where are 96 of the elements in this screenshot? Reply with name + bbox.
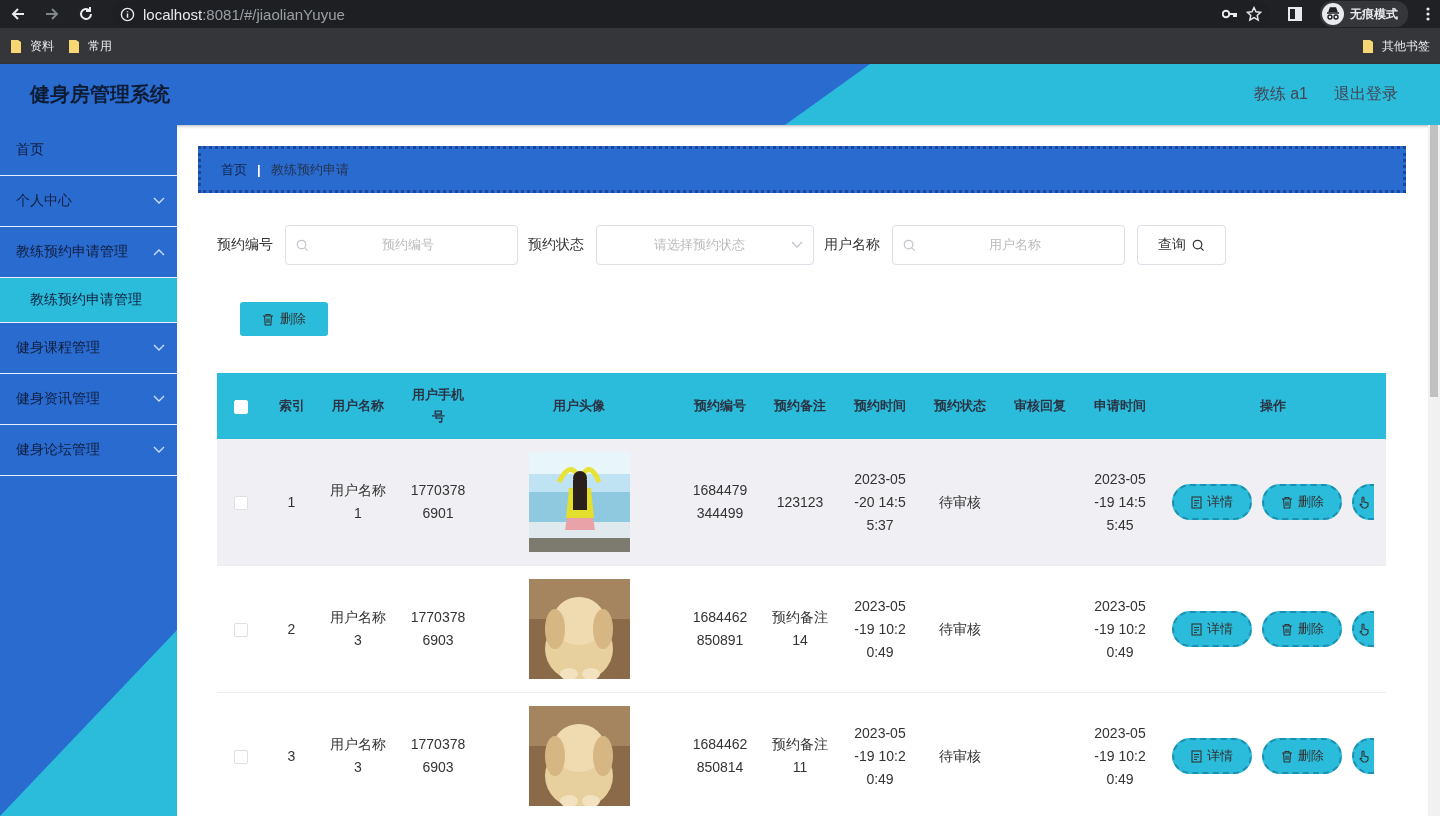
table-cell: 17703786903 (410, 736, 466, 775)
table-cell: 3 (287, 747, 296, 764)
forward-icon[interactable] (44, 6, 60, 22)
column-header: 预约备注 (774, 398, 826, 413)
table-cell: 1 (287, 493, 296, 510)
table-cell: 2023-05-19 10:20:49 (854, 597, 906, 660)
submenu-item[interactable]: 教练预约申请管理 (0, 278, 177, 323)
chevron-down-icon (153, 446, 165, 454)
table-cell: 2023-05-19 10:20:49 (854, 724, 906, 787)
scrollbar[interactable] (1428, 125, 1440, 816)
table-cell: 2023-05-19 14:55:45 (1094, 470, 1146, 533)
column-header: 用户头像 (553, 398, 605, 413)
bookmark-link[interactable]: 常用 (88, 37, 112, 55)
incognito-button[interactable]: 无痕模式 (1320, 1, 1408, 27)
user-label: 教练 a1 (1253, 84, 1308, 104)
column-header: 用户名称 (332, 398, 384, 413)
reply-button[interactable] (1352, 738, 1374, 774)
row-checkbox[interactable] (234, 622, 248, 637)
column-header: 预约编号 (694, 398, 746, 413)
table-cell: 2 (287, 620, 296, 637)
table-cell: 1684479344499 (692, 482, 748, 521)
table-cell: 预约备注14 (772, 609, 828, 648)
document-icon (1191, 749, 1202, 763)
key-icon[interactable] (1222, 9, 1238, 19)
chevron-down-icon (153, 197, 165, 205)
chevron-down-icon (791, 241, 803, 249)
info-icon (120, 6, 135, 22)
chevron-down-icon (153, 344, 165, 352)
query-button[interactable]: 查询 (1137, 225, 1226, 265)
table-cell: 17703786901 (410, 482, 466, 521)
hand-icon (1358, 495, 1370, 509)
trash-icon (1280, 495, 1293, 509)
delete-button[interactable]: 删除 (1262, 611, 1342, 647)
table-cell: 17703786903 (410, 609, 466, 648)
hand-icon (1358, 749, 1370, 763)
table-cell: 1684462850891 (692, 609, 748, 648)
table-cell: 预约备注11 (772, 736, 828, 775)
reply-button[interactable] (1352, 484, 1374, 520)
search-icon (903, 238, 916, 252)
select-all-checkbox[interactable] (234, 399, 248, 414)
delete-button[interactable]: 删除 (1262, 738, 1342, 774)
side-panel-icon[interactable] (1288, 7, 1302, 21)
table-cell: 123123 (776, 493, 824, 510)
document-icon (1191, 495, 1202, 509)
chevron-down-icon (153, 248, 165, 256)
table-cell: 2023-05-19 10:20:49 (1094, 597, 1146, 660)
column-header: 预约状态 (934, 398, 986, 413)
folder-icon (10, 38, 22, 54)
folder-icon (68, 38, 80, 54)
table-cell: 用户名称1 (330, 482, 386, 521)
table-cell: 待审核 (939, 620, 981, 637)
column-header: 操作 (1260, 398, 1286, 413)
breadcrumb-current: 教练预约申请 (270, 160, 349, 179)
filter-label: 预约状态 (528, 236, 584, 254)
filter-label: 预约编号 (217, 236, 273, 254)
column-header: 预约时间 (854, 398, 906, 413)
column-header: 审核回复 (1014, 398, 1066, 413)
trash-icon (262, 312, 274, 326)
filter-label: 用户名称 (824, 236, 880, 254)
menu-icon[interactable] (1426, 7, 1430, 21)
folder-icon (1362, 38, 1374, 54)
detail-button[interactable]: 详情 (1172, 484, 1252, 520)
trash-icon (1280, 622, 1293, 636)
bookmark-link[interactable]: 其他书签 (1382, 37, 1430, 55)
breadcrumb-link[interactable]: 首页 (221, 160, 247, 179)
table-cell: 用户名称3 (330, 609, 386, 648)
incognito-icon (1322, 3, 1344, 25)
table-cell: 1684462850814 (692, 736, 748, 775)
table-cell: 待审核 (939, 747, 981, 764)
table-cell: 2023-05-20 14:55:37 (854, 470, 906, 533)
reload-icon[interactable] (78, 6, 94, 22)
document-icon (1191, 622, 1202, 636)
chevron-down-icon (153, 395, 165, 403)
column-header: 索引 (278, 398, 305, 413)
bookmark-link[interactable]: 资料 (30, 37, 54, 55)
table-cell: 待审核 (939, 493, 981, 510)
app-title: 健身房管理系统 (30, 82, 170, 107)
back-icon[interactable] (10, 6, 26, 22)
delete-button[interactable]: 删除 (240, 302, 328, 336)
star-icon[interactable] (1246, 6, 1262, 22)
logout-link[interactable]: 退出登录 (1334, 84, 1398, 105)
breadcrumb-separator: | (257, 162, 261, 177)
delete-button[interactable]: 删除 (1262, 484, 1342, 520)
column-header: 申请时间 (1094, 398, 1146, 413)
trash-icon (1280, 749, 1293, 763)
hand-icon (1358, 622, 1370, 636)
detail-button[interactable]: 详情 (1172, 738, 1252, 774)
search-icon (296, 238, 309, 252)
search-icon (1192, 238, 1205, 252)
table-cell: 用户名称3 (330, 736, 386, 775)
detail-button[interactable]: 详情 (1172, 611, 1252, 647)
table-cell: 2023-05-19 10:20:49 (1094, 724, 1146, 787)
reply-button[interactable] (1352, 611, 1374, 647)
row-checkbox[interactable] (234, 495, 248, 510)
row-checkbox[interactable] (234, 749, 248, 764)
column-header: 用户手机号 (412, 387, 464, 424)
